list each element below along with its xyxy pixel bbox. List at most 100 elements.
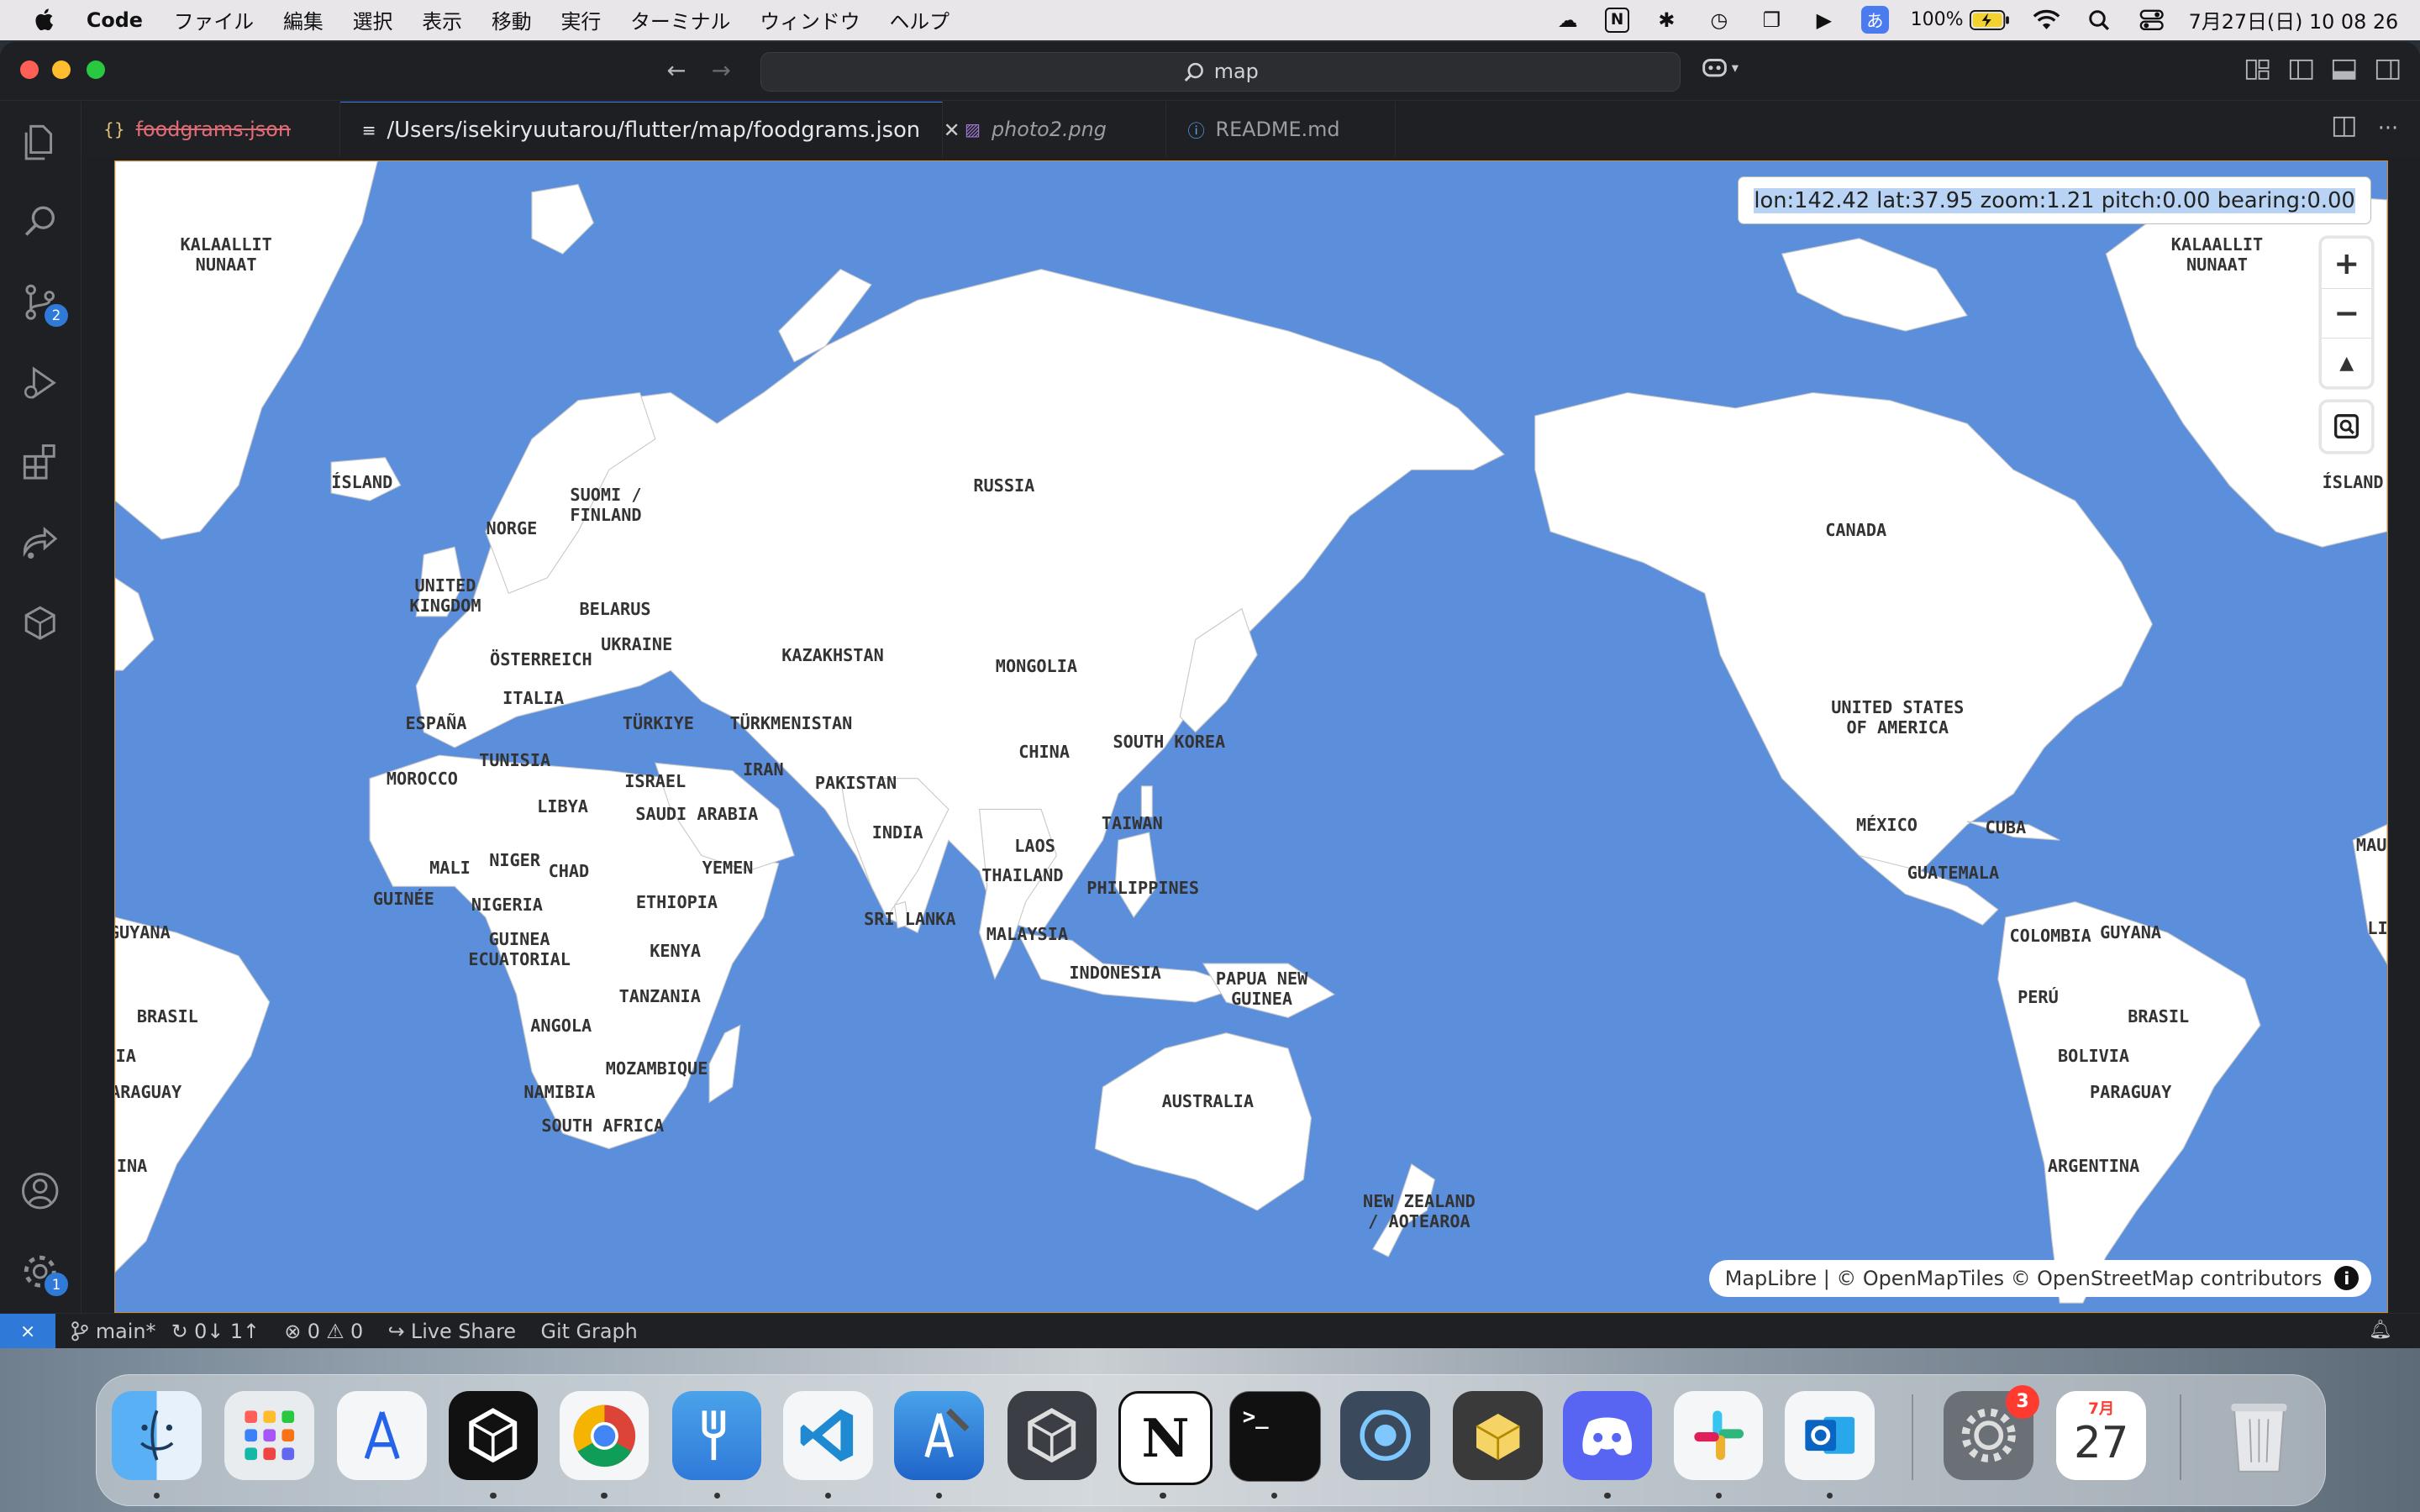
image-file-icon: ▨ [965,119,981,140]
map-label: BOLIVIA [2058,1046,2130,1067]
slack-icon[interactable] [1673,1390,1764,1481]
extensions-icon[interactable] [18,441,61,484]
tab-foodgrams-json-full-path[interactable]: ≡ /Users/isekiryuutarou/flutter/map/food… [340,102,960,159]
geolocate-button[interactable] [2322,402,2372,452]
info-icon[interactable]: i [2334,1266,2360,1291]
copilot-menu[interactable]: ▾ [1701,55,1739,80]
accounts-icon[interactable] [18,1169,61,1212]
menu-terminal[interactable]: ターミナル [630,5,730,34]
menu-file[interactable]: ファイル [174,5,254,34]
git-graph-status[interactable]: Git Graph [540,1320,637,1343]
forward-arrow-icon[interactable]: → [712,57,731,84]
unity-hub-icon[interactable] [448,1390,539,1481]
remote-explorer-icon[interactable] [18,601,61,644]
split-editor-icon[interactable] [2333,116,2356,144]
finder-icon[interactable] [112,1390,202,1481]
land-madagascar [708,1024,741,1104]
file-icon: ≡ [361,120,376,141]
terminal-icon[interactable]: >_ [1229,1390,1321,1483]
menu-window[interactable]: ウィンドウ [760,5,860,34]
zoom-window-button[interactable] [86,60,105,79]
tab-foodgrams-json[interactable]: {} foodgrams.json [82,102,341,158]
apple-icon[interactable] [31,6,59,34]
toggle-primary-sidebar-icon[interactable] [2287,55,2315,83]
zoom-in-button[interactable]: + [2322,239,2372,289]
json-file-icon: {} [103,119,125,140]
back-arrow-icon[interactable]: ← [666,57,686,84]
notifications-bell-icon[interactable]: 🔔︎ [2369,1320,2392,1341]
control-center-icon[interactable] [2136,8,2167,32]
input-method-icon[interactable]: あ [1860,6,1889,34]
more-actions-icon[interactable]: ··· [2378,116,2399,144]
map-label: ITALIA [502,688,565,709]
notion-app-icon[interactable]: N [1118,1390,1213,1486]
instruments-icon[interactable] [337,1390,427,1481]
toggle-secondary-sidebar-icon[interactable] [2374,55,2402,83]
menu-go[interactable]: 移動 [492,5,532,34]
run-debug-icon[interactable] [18,361,61,404]
bluetooth-icon[interactable]: ✱ [1651,8,1682,32]
map-coordinate-readout[interactable]: lon:142.42 lat:37.95 zoom:1.21 pitch:0.0… [1737,176,2372,225]
command-center-search[interactable]: map [760,52,1681,92]
explorer-icon[interactable] [18,120,61,163]
menu-edit[interactable]: 編集 [283,5,324,34]
notion-icon[interactable]: N [1604,8,1630,33]
chrome-icon[interactable] [559,1390,650,1481]
live-share-status[interactable]: ↪ Live Share [388,1320,517,1343]
menu-app-name[interactable]: Code [87,8,143,32]
customize-layout-icon[interactable] [2244,55,2272,83]
map-label: TÜRKMENISTAN [729,712,853,733]
battery-status[interactable]: 100% [1911,9,2010,30]
remote-indicator-button[interactable]: ⨯ [0,1314,56,1349]
tab-photo2-png[interactable]: ▨ photo2.png [943,102,1166,158]
menu-run[interactable]: 実行 [560,5,601,34]
vscode-icon[interactable] [783,1390,873,1481]
source-control-icon[interactable]: 2 [18,281,68,328]
map-label: ARGENTINA [2047,1155,2140,1176]
fork-app-icon[interactable] [671,1390,762,1481]
minimize-window-button[interactable] [52,60,71,79]
map-label: COLOMBIA [2009,926,2091,946]
map-label: NEW ZEALAND / AOTEAROA [1363,1190,1476,1231]
outlook-icon[interactable] [1785,1390,1875,1481]
toggle-panel-icon[interactable] [2330,55,2358,83]
spotlight-search-icon[interactable] [2084,8,2115,32]
error-icon: ⊗ [284,1320,302,1344]
system-settings-icon[interactable]: 3 [1944,1384,2040,1481]
launchpad-icon[interactable] [224,1390,314,1481]
problems-status[interactable]: ⊗ 0 ⚠ 0 [284,1320,363,1343]
settings-gear-icon[interactable]: 1 [18,1250,68,1296]
map-attribution[interactable]: MapLibre | © OpenMapTiles © OpenStreetMa… [1709,1259,2372,1297]
xcode-icon[interactable] [894,1390,984,1481]
zoom-out-button[interactable]: − [2322,289,2372,339]
discord-icon[interactable] [1562,1390,1653,1481]
unity-icon[interactable] [1007,1390,1097,1481]
menu-help[interactable]: ヘルプ [889,5,950,34]
trash-icon[interactable] [2214,1391,2304,1481]
map-label: KALAALLIT NUNAAT [180,234,272,276]
menu-view[interactable]: 表示 [422,5,462,34]
play-icon[interactable]: ▶ [1808,8,1839,32]
tab-readme-md[interactable]: ⓘ README.md [1166,102,1396,158]
map-view[interactable]: KALAALLIT NUNAAT ÍSLAND NORGE SUOMI / FI… [113,160,2388,1314]
wifi-icon[interactable] [2031,8,2062,32]
simulator-icon[interactable] [1340,1390,1430,1481]
sync-status[interactable]: ↻ 0↓ 1↑ [171,1320,260,1343]
close-window-button[interactable] [19,60,39,79]
cloud-icon[interactable]: ☁ [1552,8,1583,32]
calendar-icon[interactable]: 7月 27 [2056,1390,2146,1481]
branch-status[interactable]: main* [71,1320,155,1343]
live-share-icon[interactable] [18,522,61,564]
sync-counts: 0↓ 1↑ [194,1320,260,1344]
menu-selection[interactable]: 選択 [353,5,393,34]
search-view-icon[interactable] [18,201,61,244]
map-label: MONGOLIA [995,655,1078,676]
compass-button[interactable]: ▲ [2322,339,2371,388]
source-control-badge: 2 [45,303,68,328]
dock-separator [2180,1394,2182,1481]
land-north-america [1534,391,2153,887]
screen-mirror-icon[interactable]: ❐ [1756,8,1787,32]
time-machine-icon[interactable]: ◷ [1704,8,1735,32]
reality-composer-icon[interactable] [1453,1390,1543,1481]
clock[interactable]: 7月27日(日) 10 08 26 [2189,5,2399,34]
